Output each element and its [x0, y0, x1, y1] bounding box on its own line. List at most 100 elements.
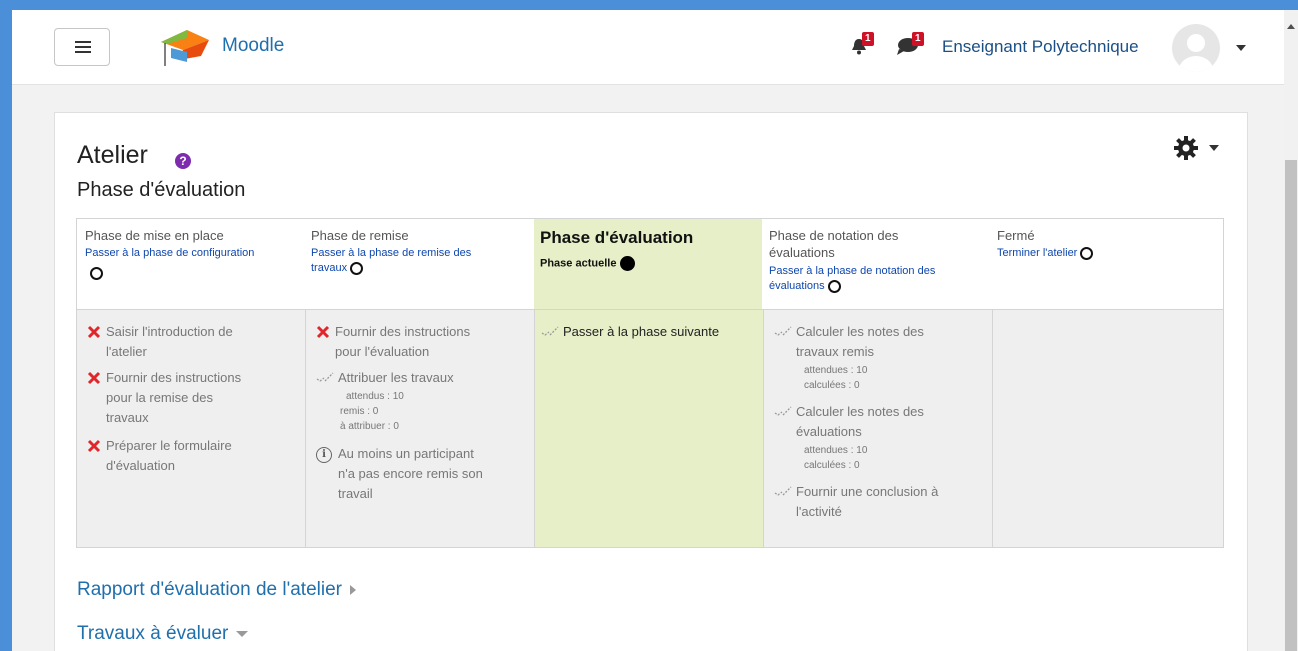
task-label: Calculer les notes des	[796, 404, 924, 419]
task-item[interactable]: Passer à la phase suivante	[541, 322, 719, 342]
task-label: Calculer les notes des	[796, 324, 924, 339]
help-icon[interactable]: ?	[175, 153, 191, 169]
task-label: l'atelier	[106, 344, 147, 359]
switch-phase-link-text: évaluations	[769, 280, 825, 292]
task-label: travaux remis	[796, 344, 875, 359]
user-avatar[interactable]	[1172, 24, 1220, 72]
cross-icon	[316, 325, 330, 339]
section-title: Rapport d'évaluation de l'atelier	[77, 579, 342, 600]
switch-phase-link[interactable]: Terminer l'atelier	[997, 246, 1202, 261]
pending-check-icon	[774, 486, 792, 496]
pending-check-icon	[316, 372, 334, 382]
phase-circle-icon[interactable]	[350, 261, 364, 275]
page-subtitle: Phase d'évaluation	[77, 179, 246, 201]
detail-line: à attribuer : 0	[340, 421, 399, 432]
phase-circle-icon[interactable]	[1080, 246, 1094, 260]
task-label: Préparer le formulaire	[106, 438, 232, 453]
phase-title: Phase d'évaluation	[540, 228, 694, 247]
phase-circle-icon[interactable]	[90, 267, 103, 281]
task-item: Fournir une conclusion à l'activité	[774, 482, 938, 522]
phase-title: Fermé	[997, 228, 1035, 243]
task-item: Calculer les notes des travaux remis	[774, 322, 924, 362]
switch-phase-link[interactable]: Passer à la phase de configuration	[85, 246, 290, 261]
task-label: n'a pas encore remis son	[338, 466, 483, 481]
user-menu-caret-icon[interactable]	[1236, 45, 1246, 51]
current-phase-label: Phase actuelle	[540, 257, 617, 270]
notification-badge: 1	[862, 32, 874, 46]
vertical-scrollbar[interactable]	[1284, 10, 1298, 651]
hamburger-line	[75, 46, 91, 48]
phases-table: Phase de mise en place Passer à la phase…	[76, 218, 1224, 548]
task-item: Saisir l'introduction de l'atelier	[87, 322, 233, 362]
pending-check-icon	[541, 326, 559, 336]
phase-closed-header: Fermé Terminer l'atelier	[991, 219, 1223, 309]
switch-phase-link-text: travaux	[311, 262, 348, 274]
task-item: Fournir des instructions pour l'évaluatio…	[316, 322, 470, 362]
switch-phase-link[interactable]: Passer à la phase de notation des évaluat…	[769, 264, 974, 294]
gear-icon	[1174, 136, 1198, 160]
task-label: travaux	[106, 410, 149, 425]
task-label: Attribuer les travaux	[338, 370, 454, 385]
phase-title: Phase de notation des évaluations	[769, 227, 969, 261]
task-label: Fournir des instructions	[335, 324, 471, 339]
task-item: Fournir des instructions pour la remise d…	[87, 368, 241, 428]
user-name[interactable]: Enseignant Polytechnique	[942, 37, 1139, 57]
scroll-up-arrow-icon[interactable]	[1287, 24, 1295, 29]
scrollbar-thumb[interactable]	[1285, 160, 1297, 651]
phase-circle-icon[interactable]	[827, 279, 841, 293]
next-phase-link[interactable]: Passer à la phase suivante	[563, 322, 719, 342]
switch-phase-link[interactable]: Passer à la phase de remise des travaux	[311, 246, 516, 276]
task-item: Attribuer les travaux	[316, 368, 454, 388]
phase-assessment-tasks: Passer à la phase suivante	[534, 309, 763, 547]
detail-line: calculées : 0	[804, 380, 860, 391]
phase-submission-tasks: Fournir des instructions pour l'évaluatio…	[305, 309, 534, 547]
user-silhouette-icon	[1179, 34, 1213, 72]
switch-phase-link-text: Passer à la phase de notation des	[769, 265, 936, 277]
message-badge: 1	[912, 32, 924, 46]
task-label: pour l'évaluation	[335, 344, 430, 359]
hamburger-line	[75, 41, 91, 43]
info-icon: i	[316, 447, 332, 463]
expand-arrow-icon	[349, 584, 356, 595]
task-label: l'activité	[796, 504, 842, 519]
phase-assessment-header: Phase d'évaluation Phase actuelle	[534, 219, 762, 309]
collapse-arrow-icon	[236, 630, 249, 637]
task-item: i Au moins un participant n'a pas encore r…	[316, 444, 483, 504]
cross-icon	[87, 371, 101, 385]
main-content-card: Atelier ? Phase d'évaluation Phase de mi…	[54, 112, 1248, 651]
switch-phase-link-text: Terminer l'atelier	[997, 247, 1078, 259]
task-label: Fournir une conclusion à	[796, 484, 939, 499]
notifications-button[interactable]: 1	[850, 32, 874, 60]
switch-phase-link-text: Passer à la phase de remise des	[311, 247, 472, 259]
task-details: attendus : 10 remis : 0 à attribuer : 0	[340, 389, 404, 434]
phase-evaluation-grading-header: Phase de notation des évaluations Passer …	[763, 219, 991, 309]
detail-line: attendues : 10	[804, 365, 868, 376]
task-label: Saisir l'introduction de	[106, 324, 233, 339]
menu-toggle-button[interactable]	[54, 28, 110, 66]
task-label: Fournir des instructions	[106, 370, 242, 385]
detail-line: remis : 0	[340, 406, 379, 417]
site-name[interactable]: Moodle	[222, 35, 284, 57]
settings-caret-icon	[1209, 145, 1219, 151]
settings-menu[interactable]	[1173, 135, 1219, 166]
messages-button[interactable]: 1	[896, 32, 924, 60]
phase-setup-tasks: Saisir l'introduction de l'atelier Fourni…	[77, 309, 305, 547]
assessment-report-section[interactable]: Rapport d'évaluation de l'atelier	[77, 579, 356, 601]
phase-submission-header: Phase de remise Passer à la phase de rem…	[305, 219, 533, 309]
phase-evaluation-grading-tasks: Calculer les notes des travaux remis atte…	[763, 309, 992, 547]
moodle-logo-icon[interactable]	[157, 26, 213, 70]
phase-setup-header: Phase de mise en place Passer à la phase…	[77, 219, 305, 309]
task-details: attendues : 10 calculées : 0	[804, 443, 867, 473]
phase-title: Phase de mise en place	[85, 228, 224, 243]
phase-title-line: évaluations	[769, 245, 835, 260]
detail-line: attendus : 10	[346, 391, 404, 402]
task-label: travail	[338, 486, 373, 501]
detail-line: attendues : 10	[804, 445, 868, 456]
phase-title: Phase de remise	[311, 228, 409, 243]
task-label: Au moins un participant	[338, 446, 474, 461]
submissions-to-assess-section[interactable]: Travaux à évaluer	[77, 623, 249, 645]
current-phase-dot-icon	[619, 256, 635, 271]
phase-title-line: Phase de notation des	[769, 228, 899, 243]
phase-closed-tasks	[992, 309, 1223, 547]
pending-check-icon	[774, 406, 792, 416]
